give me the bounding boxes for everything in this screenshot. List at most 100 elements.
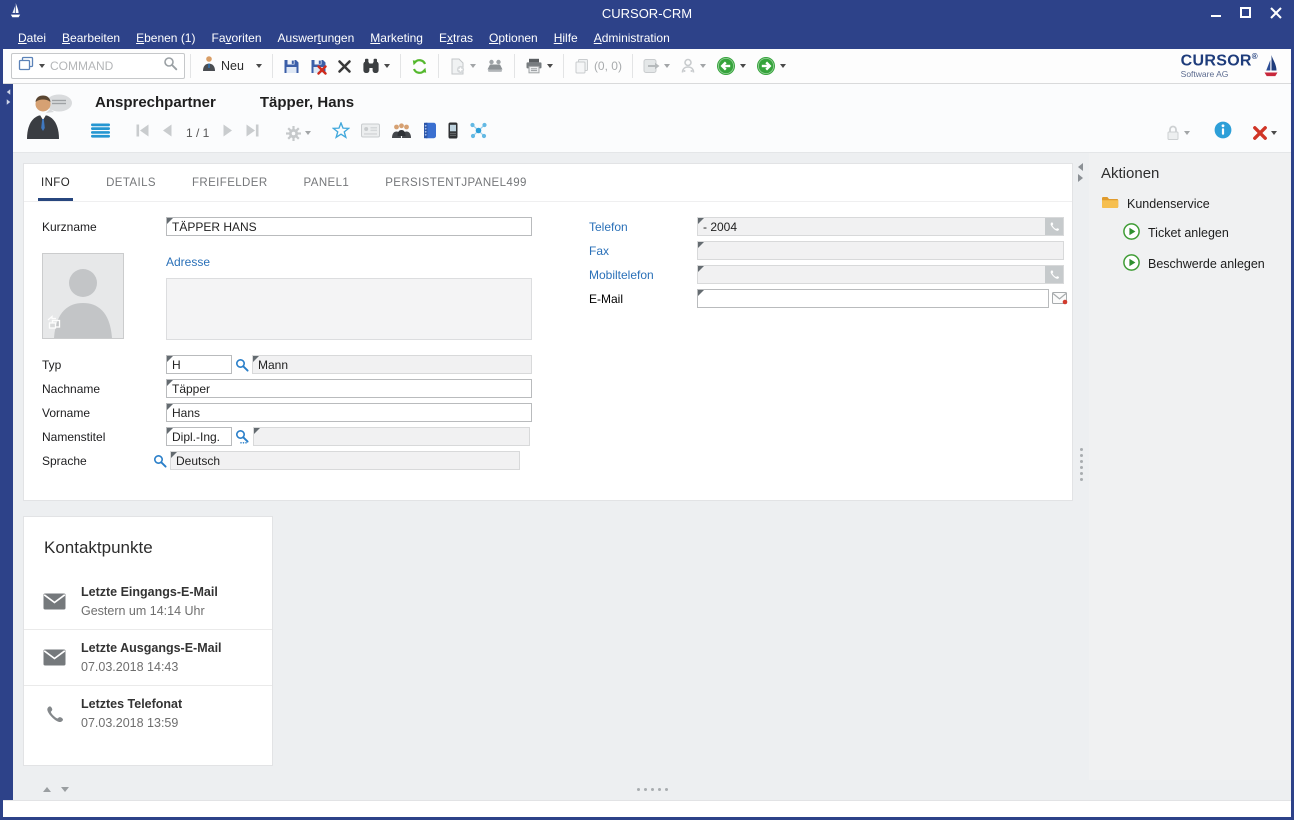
splitter-expand-right-icon[interactable] xyxy=(1078,174,1083,182)
close-button[interactable] xyxy=(1269,6,1282,19)
search-caret[interactable] xyxy=(384,64,390,68)
save-delete-button[interactable] xyxy=(305,55,332,78)
forward-caret[interactable] xyxy=(780,64,786,68)
relations-network-icon[interactable] xyxy=(469,122,488,144)
mobiltelefon-dial-button[interactable] xyxy=(1045,266,1063,283)
mobiltelefon-label[interactable]: Mobiltelefon xyxy=(589,268,697,282)
adresse-textarea[interactable] xyxy=(166,278,532,340)
forward-icon xyxy=(756,56,776,76)
tab-panel1[interactable]: PANEL1 xyxy=(301,177,353,201)
action-ticket-anlegen[interactable]: Ticket anlegen xyxy=(1123,223,1291,243)
splitter-collapse-left-icon[interactable] xyxy=(1078,163,1083,171)
menu-extras[interactable]: Extras xyxy=(431,29,481,47)
mail-icon xyxy=(42,593,66,610)
save-button[interactable] xyxy=(278,55,305,78)
telefon-dial-button[interactable] xyxy=(1045,218,1063,235)
settings-button xyxy=(285,125,311,142)
nachname-input[interactable]: Täpper xyxy=(166,379,532,398)
new-document-caret xyxy=(470,64,476,68)
interface-button[interactable] xyxy=(481,56,509,77)
app-window: CURSOR-CRM Datei Bearbeiten Ebenen (1) F… xyxy=(0,0,1294,820)
nav-first-icon xyxy=(135,124,150,142)
menu-optionen[interactable]: Optionen xyxy=(481,29,546,47)
typ-code-input[interactable]: H xyxy=(166,355,232,374)
new-record-caret[interactable] xyxy=(256,64,262,68)
close-record-caret[interactable] xyxy=(1271,131,1277,135)
menu-marketing[interactable]: Marketing xyxy=(362,29,431,47)
splitter-drag-handle[interactable] xyxy=(1080,448,1083,481)
new-record-button[interactable]: Neu xyxy=(196,52,267,80)
typ-text-field: Mann xyxy=(252,355,532,374)
bottom-splitter[interactable] xyxy=(13,780,1291,800)
forward-button[interactable] xyxy=(751,53,791,79)
contacts-group-icon[interactable] xyxy=(391,123,412,144)
info-button[interactable] xyxy=(1214,121,1232,144)
kontaktpunkt-ausgangs-email[interactable]: Letzte Ausgangs-E-Mail 07.03.2018 14:43 xyxy=(24,629,272,685)
menu-list-icon[interactable] xyxy=(91,123,110,143)
close-record-button[interactable] xyxy=(1252,125,1277,141)
mobile-phone-icon[interactable] xyxy=(448,122,458,144)
left-strip-collapse-icon[interactable] xyxy=(6,89,10,95)
command-input[interactable] xyxy=(50,59,158,73)
tab-info[interactable]: INFO xyxy=(38,177,73,201)
menu-ebenen[interactable]: Ebenen (1) xyxy=(128,29,203,47)
maximize-button[interactable] xyxy=(1239,6,1252,19)
menu-datei[interactable]: Datei xyxy=(10,29,54,47)
tab-details[interactable]: DETAILS xyxy=(103,177,159,201)
favorite-star-icon[interactable] xyxy=(332,122,350,144)
namenstitel-code-input[interactable]: Dipl.-Ing. xyxy=(166,427,232,446)
kontaktpunkt-eingangs-email[interactable]: Letzte Eingangs-E-Mail Gestern um 14:14 … xyxy=(24,574,272,629)
binoculars-icon xyxy=(362,58,380,74)
delete-button[interactable] xyxy=(332,56,357,77)
window-stack-icon[interactable] xyxy=(18,56,34,76)
actions-folder-kundenservice[interactable]: Kundenservice xyxy=(1101,195,1291,212)
main-toolbar: Neu xyxy=(3,49,1291,84)
menu-hilfe[interactable]: Hilfe xyxy=(546,29,586,47)
print-button[interactable] xyxy=(520,55,558,77)
command-dropdown-caret[interactable] xyxy=(39,64,45,68)
print-caret[interactable] xyxy=(547,64,553,68)
command-search-icon[interactable] xyxy=(163,56,178,76)
sprache-lookup-icon[interactable] xyxy=(153,454,167,468)
back-caret[interactable] xyxy=(740,64,746,68)
menu-bearbeiten[interactable]: Bearbeiten xyxy=(54,29,128,47)
menu-favoriten[interactable]: Favoriten xyxy=(203,29,269,47)
vorname-input[interactable]: Hans xyxy=(166,403,532,422)
record-counter: (0, 0) xyxy=(569,55,627,77)
typ-lookup-icon[interactable] xyxy=(235,358,249,372)
new-person-icon xyxy=(201,55,217,77)
refresh-button[interactable] xyxy=(406,55,433,78)
tab-freifelder[interactable]: FREIFELDER xyxy=(189,177,271,201)
pages-icon xyxy=(574,58,590,74)
kurzname-input[interactable]: TÄPPER HANS xyxy=(166,217,532,236)
email-input[interactable] xyxy=(697,289,1049,308)
address-book-icon[interactable] xyxy=(423,122,437,144)
printer-icon xyxy=(525,58,543,74)
kontaktpunkt-telefonat[interactable]: Letztes Telefonat 07.03.2018 13:59 xyxy=(24,685,272,741)
fax-label[interactable]: Fax xyxy=(589,244,697,258)
command-box[interactable] xyxy=(11,53,185,79)
menu-administration[interactable]: Administration xyxy=(586,29,678,47)
photo-edit-icon[interactable] xyxy=(47,315,62,334)
back-button[interactable] xyxy=(711,53,751,79)
interface-icon xyxy=(486,59,504,74)
adresse-link[interactable]: Adresse xyxy=(166,255,210,269)
left-strip-expand-icon[interactable] xyxy=(6,99,10,105)
nachname-label: Nachname xyxy=(42,382,166,396)
email-send-button[interactable] xyxy=(1051,291,1068,306)
action-beschwerde-anlegen[interactable]: Beschwerde anlegen xyxy=(1123,254,1291,274)
email-label: E-Mail xyxy=(589,292,697,306)
contact-form-panel: INFO DETAILS FREIFELDER PANEL1 PERSISTEN… xyxy=(23,163,1073,501)
menu-auswertungen[interactable]: Auswertungen xyxy=(270,29,363,47)
left-collapsed-panel[interactable] xyxy=(3,84,13,800)
namenstitel-lookup-icon[interactable] xyxy=(235,429,250,444)
minimize-button[interactable] xyxy=(1209,6,1222,19)
vendor-reg: ® xyxy=(1252,52,1258,61)
search-button[interactable] xyxy=(357,55,395,77)
contact-photo[interactable] xyxy=(42,253,124,339)
tab-persistentjpanel499[interactable]: PERSISTENTJPANEL499 xyxy=(382,177,530,201)
actions-splitter[interactable] xyxy=(1075,153,1089,780)
export-button xyxy=(638,55,675,77)
telefon-label[interactable]: Telefon xyxy=(589,220,697,234)
bottom-splitter-drag-handle[interactable] xyxy=(13,788,1291,791)
